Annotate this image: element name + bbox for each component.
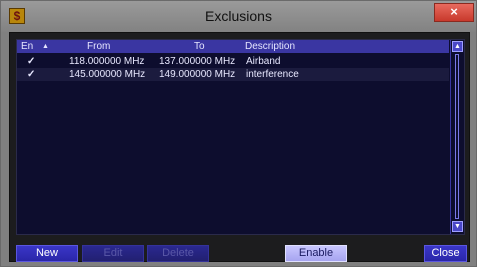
cell-description: interference [246, 69, 299, 80]
close-button[interactable]: Close [424, 245, 467, 262]
close-icon: × [450, 4, 458, 19]
list-header: En ▲ From To Description [17, 40, 449, 53]
cell-to: 137.000000 MHz [159, 56, 236, 67]
table-row[interactable]: ✓ 118.000000 MHz 137.000000 MHz Airband [17, 55, 449, 68]
window-title: Exclusions [205, 8, 272, 24]
checkmark-icon[interactable]: ✓ [27, 55, 35, 68]
dialog-content: En ▲ From To Description ✓ 118.000000 MH… [9, 32, 470, 262]
column-header-description[interactable]: Description [245, 40, 295, 53]
title-bar[interactable]: $ Exclusions × [1, 1, 476, 32]
cell-description: Airband [246, 56, 281, 67]
scroll-up-icon[interactable]: ▲ [452, 41, 463, 52]
sort-ascending-icon: ▲ [42, 43, 49, 50]
cell-from: 145.000000 MHz [69, 69, 146, 80]
delete-button[interactable]: Delete [147, 245, 209, 262]
cell-to: 149.000000 MHz [159, 69, 236, 80]
scroll-down-icon[interactable]: ▼ [452, 221, 463, 232]
column-header-to[interactable]: To [194, 40, 205, 53]
column-header-enabled[interactable]: En [21, 40, 33, 53]
edit-button[interactable]: Edit [82, 245, 144, 262]
exclusions-list[interactable]: En ▲ From To Description ✓ 118.000000 MH… [16, 39, 465, 235]
vertical-scrollbar[interactable]: ▲ ▼ [450, 40, 464, 234]
enable-button[interactable]: Enable [285, 245, 347, 262]
column-header-from[interactable]: From [87, 40, 110, 53]
table-row[interactable]: ✓ 145.000000 MHz 149.000000 MHz interfer… [17, 68, 449, 81]
exclusions-window: $ Exclusions × En ▲ From To Description … [0, 0, 477, 267]
scrollbar-thumb[interactable] [455, 54, 459, 219]
new-button[interactable]: New [16, 245, 78, 262]
window-close-button[interactable]: × [434, 3, 474, 22]
checkmark-icon[interactable]: ✓ [27, 68, 35, 81]
cell-from: 118.000000 MHz [69, 56, 145, 67]
